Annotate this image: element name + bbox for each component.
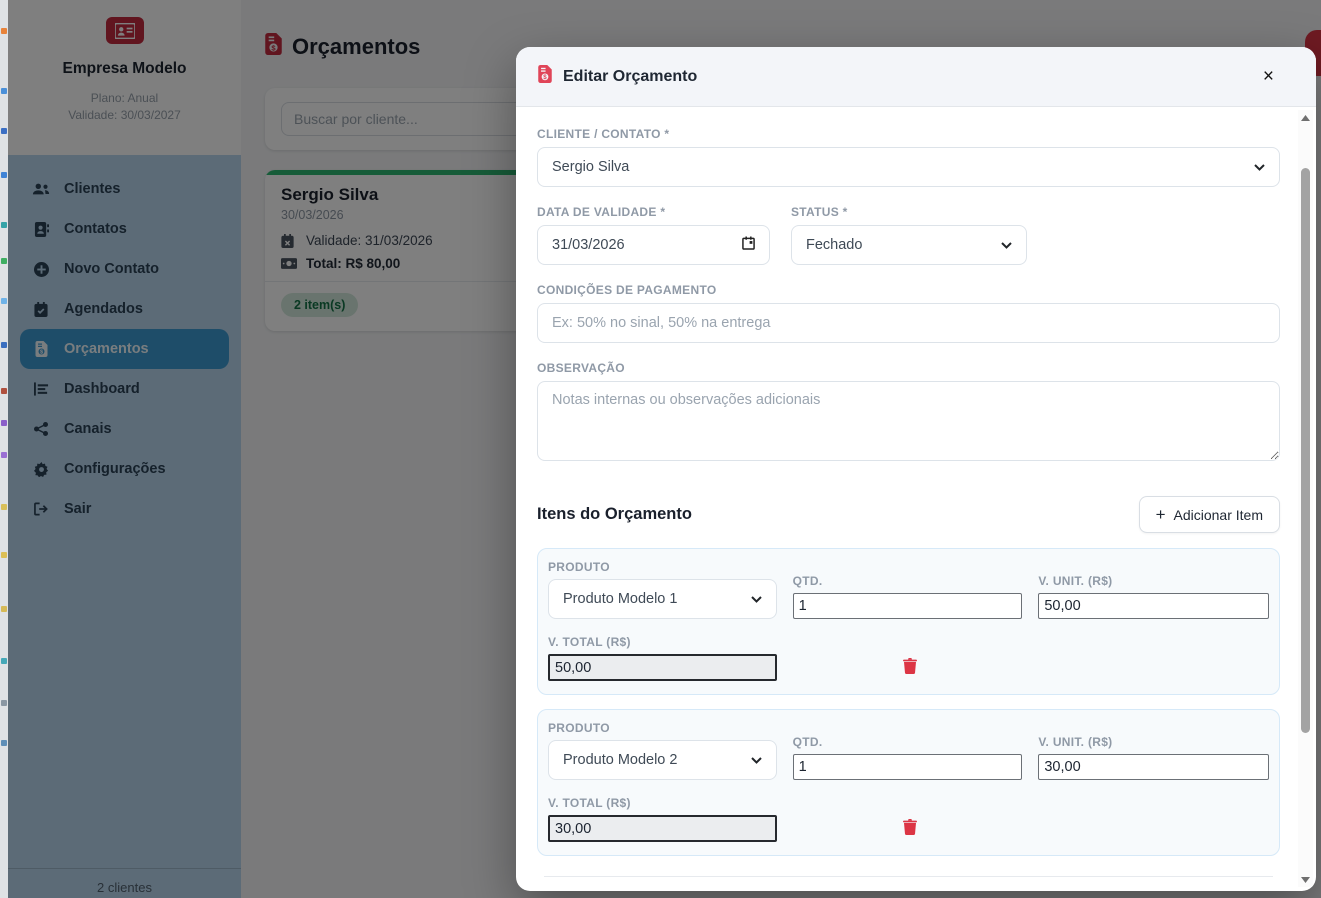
delete-item-button[interactable] xyxy=(903,658,917,677)
items-section-title: Itens do Orçamento xyxy=(537,505,692,523)
payment-terms-input[interactable] xyxy=(537,303,1280,343)
bookmark-icon[interactable] xyxy=(1,28,7,34)
bookmark-icon[interactable] xyxy=(1,740,7,746)
bookmark-icon[interactable] xyxy=(1,658,7,664)
qty-label: QTD. xyxy=(792,574,823,588)
bookmark-icon[interactable] xyxy=(1,342,7,348)
chevron-down-icon xyxy=(750,752,762,768)
product-select-value: Produto Modelo 2 xyxy=(563,752,678,768)
client-label: CLIENTE / CONTATO * xyxy=(537,127,670,141)
unit-value-label: V. UNIT. (R$) xyxy=(1038,574,1113,588)
modal-header: $ Editar Orçamento × xyxy=(516,47,1316,107)
scrollbar-thumb[interactable] xyxy=(1301,168,1310,733)
bookmarks-strip xyxy=(0,0,8,898)
footer-divider xyxy=(544,876,1273,877)
add-item-label: Adicionar Item xyxy=(1173,506,1263,523)
date-input[interactable]: 31/03/2026 xyxy=(537,225,770,265)
calendar-icon xyxy=(742,236,755,254)
unit-value-label: V. UNIT. (R$) xyxy=(1038,735,1113,749)
trash-icon xyxy=(903,819,917,838)
product-select[interactable]: Produto Modelo 2 xyxy=(548,740,777,780)
bookmark-icon[interactable] xyxy=(1,222,7,228)
qty-label: QTD. xyxy=(792,735,823,749)
status-label: STATUS * xyxy=(791,205,848,219)
budget-item-row: PRODUTO Produto Modelo 2 QTD. V. UNIT. (… xyxy=(537,709,1280,856)
unit-value-input[interactable] xyxy=(1038,754,1270,780)
bookmark-icon[interactable] xyxy=(1,88,7,94)
modal-scrollbar[interactable] xyxy=(1298,110,1313,887)
client-select[interactable]: Sergio Silva xyxy=(537,147,1280,187)
total-value-label: V. TOTAL (R$) xyxy=(548,635,631,649)
client-select-value: Sergio Silva xyxy=(552,159,630,175)
total-value-input xyxy=(548,815,777,842)
bookmark-icon[interactable] xyxy=(1,420,7,426)
scroll-up-icon[interactable] xyxy=(1298,110,1313,125)
close-icon[interactable]: × xyxy=(1257,65,1280,88)
modal-body: CLIENTE / CONTATO * Sergio Silva DATA DE… xyxy=(516,107,1316,877)
bookmark-icon[interactable] xyxy=(1,128,7,134)
bookmark-icon[interactable] xyxy=(1,298,7,304)
date-value: 31/03/2026 xyxy=(552,237,625,253)
chevron-down-icon xyxy=(750,591,762,607)
budget-item-row: PRODUTO Produto Modelo 1 QTD. V. UNIT. (… xyxy=(537,548,1280,695)
product-select[interactable]: Produto Modelo 1 xyxy=(548,579,777,619)
delete-item-button[interactable] xyxy=(903,819,917,838)
bookmark-icon[interactable] xyxy=(1,452,7,458)
bookmark-icon[interactable] xyxy=(1,552,7,558)
total-value-label: V. TOTAL (R$) xyxy=(548,796,631,810)
chevron-down-icon xyxy=(1254,159,1265,175)
bookmark-icon[interactable] xyxy=(1,388,7,394)
scroll-down-icon[interactable] xyxy=(1298,872,1313,887)
bookmark-icon[interactable] xyxy=(1,258,7,264)
date-label: DATA DE VALIDADE * xyxy=(537,205,666,219)
plus-icon: + xyxy=(1155,504,1166,524)
chevron-down-icon xyxy=(1001,237,1012,253)
product-select-value: Produto Modelo 1 xyxy=(563,591,678,607)
payment-terms-label: CONDIÇÕES DE PAGAMENTO xyxy=(537,283,717,297)
status-select[interactable]: Fechado xyxy=(791,225,1027,265)
bookmark-icon[interactable] xyxy=(1,504,7,510)
bookmark-icon[interactable] xyxy=(1,172,7,178)
notes-label: OBSERVAÇÃO xyxy=(537,361,625,375)
add-item-button[interactable]: + Adicionar Item xyxy=(1138,496,1280,533)
trash-icon xyxy=(903,658,917,677)
edit-budget-modal: $ Editar Orçamento × CLIENTE / CONTATO *… xyxy=(516,47,1316,891)
total-value-input xyxy=(548,654,777,681)
bookmark-icon[interactable] xyxy=(1,606,7,612)
svg-text:$: $ xyxy=(543,74,547,81)
qty-input[interactable] xyxy=(792,754,1023,780)
product-label: PRODUTO xyxy=(548,560,610,574)
bookmark-icon[interactable] xyxy=(1,700,7,706)
product-label: PRODUTO xyxy=(548,721,610,735)
unit-value-input[interactable] xyxy=(1038,593,1270,619)
qty-input[interactable] xyxy=(792,593,1023,619)
file-invoice-dollar-icon: $ xyxy=(538,65,552,88)
modal-title: Editar Orçamento xyxy=(563,67,698,85)
notes-textarea[interactable] xyxy=(537,381,1280,461)
status-select-value: Fechado xyxy=(806,237,863,253)
